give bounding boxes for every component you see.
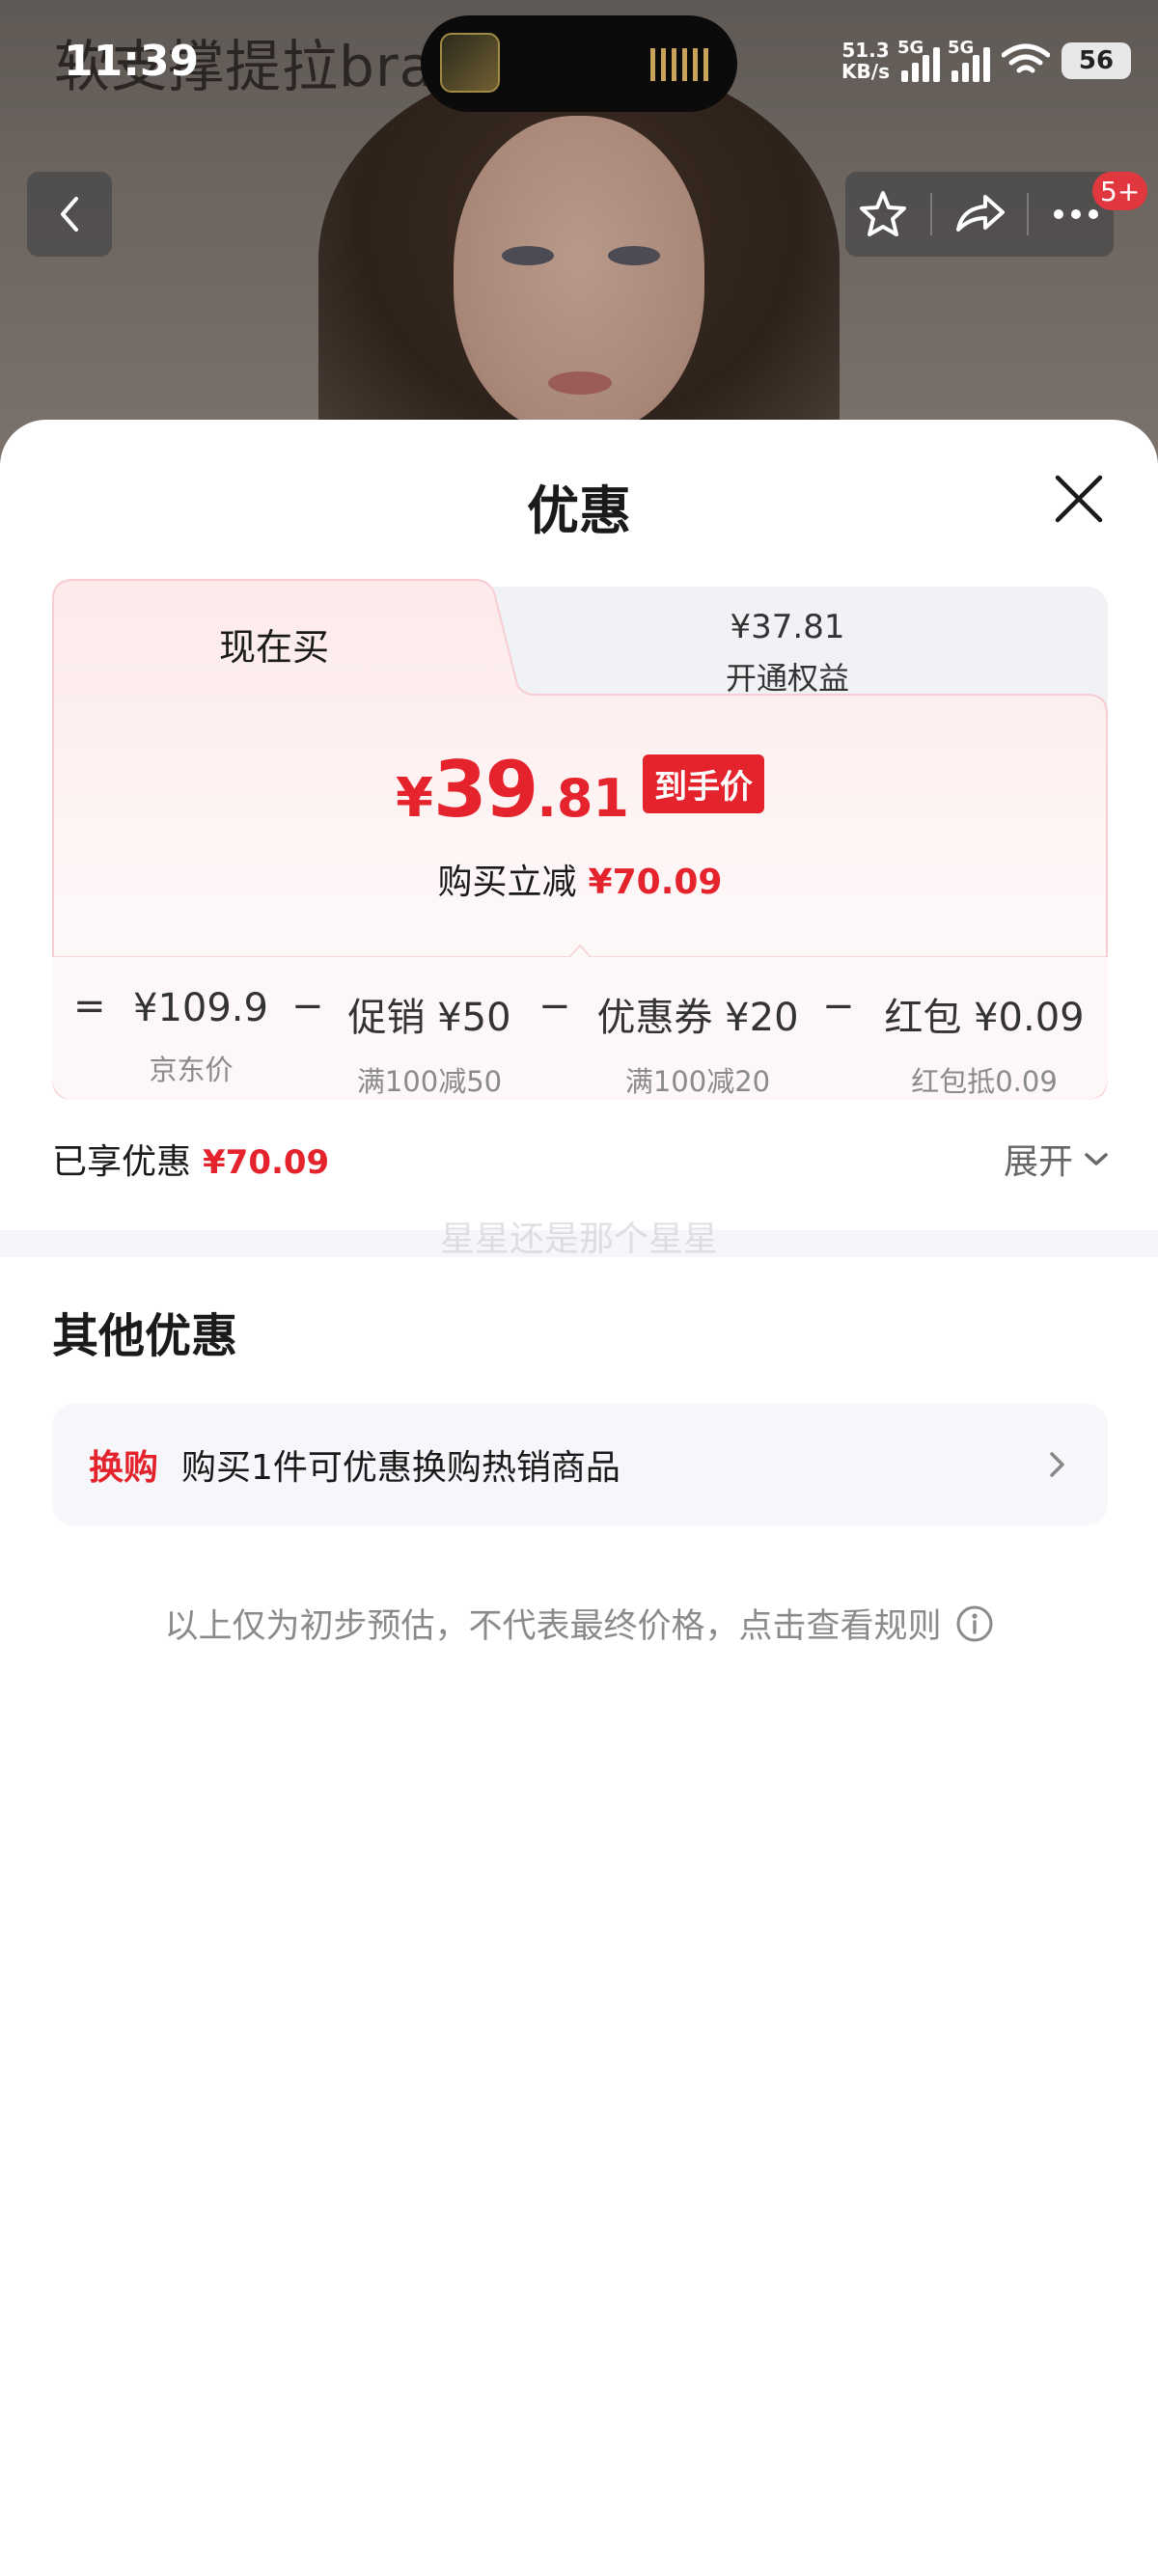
card-body: 现在买 ¥ 39 .81 到手价 购买立减 ¥70.09 = ¥109.9 京东价…: [52, 579, 1108, 1100]
info-icon: [956, 1605, 992, 1641]
tab-buy-now[interactable]: 现在买: [52, 617, 496, 671]
product-background: 软支撑提拉bra 11:39 51.3 KB/s 5G 5G 56 5+: [0, 0, 1158, 463]
close-icon[interactable]: [1052, 472, 1106, 526]
divider: [1027, 193, 1030, 235]
battery-icon: 56: [1062, 42, 1131, 79]
music-cover-icon: [440, 33, 500, 93]
expand-button[interactable]: 展开: [1004, 1134, 1110, 1184]
dynamic-island[interactable]: [421, 15, 737, 112]
sheet-title: 优惠: [527, 480, 631, 541]
product-photo-lips: [548, 371, 612, 395]
signal-icon: 5G: [948, 38, 990, 82]
star-icon[interactable]: [856, 187, 910, 241]
breakdown-item: 优惠券 ¥20 满100减20: [596, 996, 799, 1098]
minus-sign: −: [538, 984, 571, 1028]
breakdown-item: 促销 ¥50 满100减50: [347, 996, 511, 1098]
promo-text: 购买1件可优惠换购热销商品: [181, 1448, 620, 1488]
share-icon[interactable]: [952, 187, 1006, 241]
audio-wave-icon: [650, 48, 708, 81]
chevron-left-icon: [61, 197, 78, 232]
status-time: 11:39: [64, 37, 200, 86]
other-discounts-title: 其他优惠: [52, 1309, 238, 1363]
divider: [929, 193, 932, 235]
notification-badge: 5+: [1092, 172, 1148, 210]
product-photo-eye: [502, 246, 554, 265]
price-card: ¥37.81 开通权益 现在买 ¥ 39 .81 到手价 购买立减 ¥70.09…: [52, 579, 1108, 1100]
wifi-icon: [1002, 43, 1050, 73]
breakdown-item: ¥109.9 京东价: [133, 986, 268, 1086]
chevron-down-icon: [1085, 1153, 1108, 1165]
equals-sign: =: [73, 984, 106, 1028]
back-button[interactable]: [27, 172, 112, 257]
final-price-badge: 到手价: [642, 754, 764, 813]
price-breakdown: = ¥109.9 京东价 − 促销 ¥50 满100减50 − 优惠券 ¥20 …: [52, 957, 1108, 1100]
product-photo-eye: [608, 246, 660, 265]
breakdown-item: 红包 ¥0.09 红包抵0.09: [884, 996, 1085, 1098]
enjoyed-discount: 已享优惠 ¥70.09: [52, 1142, 330, 1182]
discount-sheet: 优惠 ¥37.81 开通权益 现在买 ¥ 39 .81 到手价 购买立减 ¥70…: [0, 420, 1158, 2576]
price-disclaimer[interactable]: 以上仅为初步预估，不代表最终价格，点击查看规则: [0, 1599, 1158, 1648]
network-speed: 51.3 KB/s: [841, 39, 890, 83]
minus-sign: −: [822, 984, 855, 1028]
watermark: 星星还是那个星星: [439, 1219, 718, 1259]
final-price: ¥ 39 .81 到手价: [52, 745, 1108, 835]
chevron-right-icon: [1050, 1452, 1064, 1477]
top-action-bar: [845, 172, 1114, 257]
instant-savings: 购买立减 ¥70.09: [437, 863, 723, 902]
minus-sign: −: [291, 984, 324, 1028]
trade-in-promo[interactable]: 换购 购买1件可优惠换购热销商品: [52, 1404, 1108, 1525]
signal-icon: 5G: [897, 38, 940, 82]
status-icons: 51.3 KB/s 5G 5G 56: [841, 37, 1131, 85]
promo-tag: 换购: [89, 1448, 159, 1488]
